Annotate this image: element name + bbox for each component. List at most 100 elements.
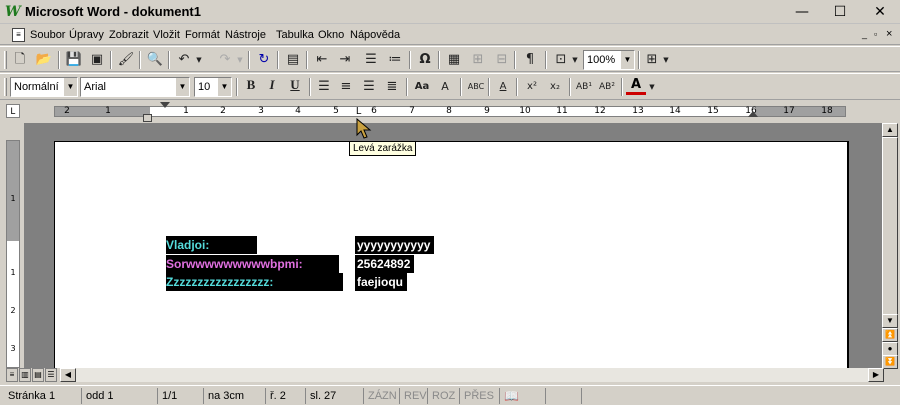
toolbar-separator [409,51,411,69]
bullet-list-icon[interactable]: ≔ [385,50,405,70]
toolbar-grip[interactable] [4,78,7,96]
borders-icon[interactable]: ⊡ [551,50,571,70]
redo-icon[interactable]: ↷ [215,50,235,70]
undo-icon[interactable]: ↶ [174,50,194,70]
borders-dropdown-icon[interactable]: ▼ [570,50,580,70]
previous-page-icon[interactable]: ⏫ [882,328,898,342]
insert-table-icon[interactable]: ▦ [444,50,464,70]
outside-border-dropdown-icon[interactable]: ▼ [661,50,671,70]
table-cell-value[interactable]: 25624892 [355,255,415,273]
chevron-down-icon[interactable]: ▼ [620,51,634,69]
menu-tabulka[interactable]: Tabulka [276,28,314,42]
small-caps-icon[interactable]: ABC [466,77,486,97]
increase-indent-icon[interactable]: ⇥ [335,50,355,70]
status-track-changes[interactable]: REV [400,388,428,404]
font-color-icon[interactable]: A [626,77,646,95]
print-layout-icon[interactable]: ▤ [32,368,44,382]
toolbar-grip[interactable] [4,51,7,69]
show-formatting-icon[interactable]: ¶ [520,50,540,70]
menu-format[interactable]: Formát [185,28,220,42]
superscript-icon[interactable]: x² [522,77,542,97]
font-select[interactable]: Arial ▼ [80,77,190,97]
chevron-down-icon[interactable]: ▼ [217,78,231,96]
subscript-ab-icon[interactable]: AB² [597,77,617,97]
horizontal-scrollbar[interactable] [60,368,882,382]
maximize-button[interactable]: ☐ [822,2,858,22]
redo-dropdown-icon[interactable]: ▼ [235,50,245,70]
outline-view-icon[interactable]: ☰ [45,368,57,382]
numbered-list-icon[interactable]: ☰ [361,50,381,70]
toolbar-separator [406,78,408,96]
scroll-left-button[interactable]: ◀ [60,368,76,382]
doc-minimize-button[interactable]: _ [862,28,872,40]
style-select[interactable]: Normální ▼ [10,77,78,97]
split-cells-icon[interactable]: ⊞ [468,50,488,70]
align-left-icon[interactable]: ☰ [314,77,334,97]
decrease-indent-icon[interactable]: ⇤ [312,50,332,70]
chevron-down-icon[interactable]: ▼ [63,78,77,96]
table-cell-label[interactable]: Sorwwwwwwwwwbpmi: [166,255,339,273]
format-painter-icon[interactable]: 🖌 [116,50,136,70]
italic-button[interactable]: I [262,77,282,97]
underline-button[interactable]: U [285,77,305,97]
table-cell-label[interactable]: Vladjoi: [166,236,258,254]
open-folder-icon[interactable]: 📂 [34,50,54,70]
font-size-select[interactable]: 10 ▼ [194,77,232,97]
menu-zobrazit[interactable]: Zobrazit [109,28,149,42]
first-line-indent-marker[interactable] [160,102,170,108]
browse-object-icon[interactable]: ● [882,342,898,356]
menu-vlozit[interactable]: Vložit [153,28,180,42]
print-preview-icon[interactable]: 🔍 [145,50,165,70]
omega-symbol-icon[interactable]: Ω [415,50,435,70]
doc-restore-button[interactable]: ▫ [874,28,884,40]
normal-view-icon[interactable]: ≡ [6,368,18,382]
table-cell-value[interactable]: faejioqu [355,273,408,291]
doc-close-button[interactable]: × [886,28,896,40]
outside-border-icon[interactable]: ⊞ [642,50,662,70]
align-right-icon[interactable]: ☰ [359,77,379,97]
scroll-up-button[interactable]: ▲ [882,123,898,137]
menu-nastroje[interactable]: Nástroje [225,28,266,42]
close-button[interactable]: ✕ [862,2,898,22]
table-cell-label[interactable]: Zzzzzzzzzzzzzzzzz: [166,273,344,291]
web-layout-icon[interactable]: ▥ [19,368,31,382]
merge-cells-icon[interactable]: ⊟ [492,50,512,70]
align-center-icon[interactable]: ≡ [336,77,356,97]
refresh-icon[interactable]: ↻ [254,50,274,70]
next-page-icon[interactable]: ⏬ [882,355,898,369]
minimize-button[interactable]: — [784,2,820,22]
new-document-icon[interactable]: 🗋 [10,50,30,70]
superscript-ab-icon[interactable]: AB¹ [574,77,594,97]
character-scaling-icon[interactable]: A [435,77,455,97]
save-all-icon[interactable]: ▣ [87,50,107,70]
double-underline-icon[interactable]: A [493,77,513,97]
menu-upravy[interactable]: Úpravy [69,28,104,42]
left-tab-stop-icon[interactable]: L [356,107,362,117]
justify-icon[interactable]: ≣ [382,77,402,97]
scroll-down-button[interactable]: ▼ [882,314,898,328]
spelling-status-icon[interactable]: 📖 [500,388,546,404]
menu-soubor[interactable]: Soubor [30,28,65,42]
change-case-icon[interactable]: Aa [412,77,432,97]
columns-icon[interactable]: ▤ [283,50,303,70]
status-record-macro[interactable]: ZÁZN [364,388,400,404]
scroll-right-button[interactable]: ▶ [868,368,884,382]
table-cell-value[interactable]: yyyyyyyyyyy [355,236,435,254]
document-icon[interactable]: ≡ [12,28,25,42]
undo-dropdown-icon[interactable]: ▼ [194,50,204,70]
save-icon[interactable]: 💾 [64,50,84,70]
scroll-thumb[interactable] [882,137,898,317]
subscript-icon[interactable]: x₂ [545,77,565,97]
tab-selector[interactable]: L [6,104,20,118]
status-overtype[interactable]: PŘES [460,388,500,404]
bold-button[interactable]: B [241,77,261,97]
word-app-icon[interactable]: W [5,4,21,20]
font-color-dropdown-icon[interactable]: ▼ [647,77,657,97]
status-extend[interactable]: ROZ [428,388,460,404]
menu-napoveda[interactable]: Nápověda [350,28,400,42]
right-indent-marker[interactable] [748,111,758,117]
menu-okno[interactable]: Okno [318,28,344,42]
zoom-select[interactable]: 100% ▼ [583,50,635,70]
chevron-down-icon[interactable]: ▼ [175,78,189,96]
left-indent-marker[interactable] [143,114,152,122]
